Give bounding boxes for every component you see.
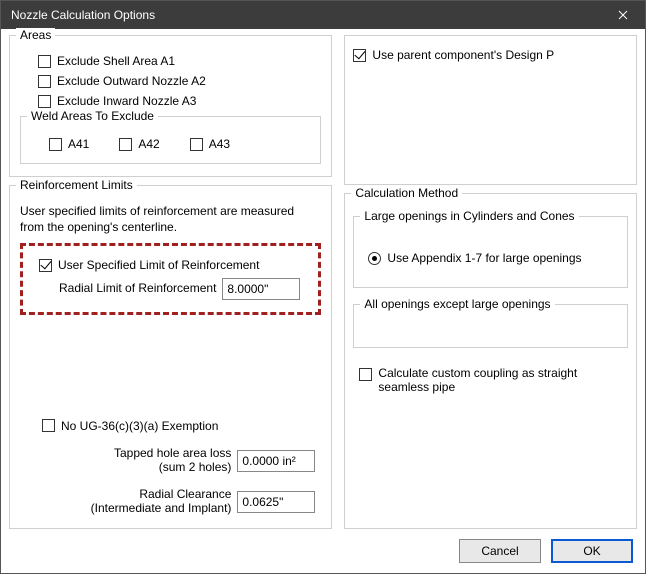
window-title: Nozzle Calculation Options [11, 8, 155, 22]
use-parent-label: Use parent component's Design P [372, 48, 554, 62]
a41-row[interactable]: A41 [49, 137, 89, 151]
a42-label: A42 [138, 137, 159, 151]
user-specified-checkbox[interactable] [39, 259, 52, 272]
reinforcement-legend: Reinforcement Limits [16, 178, 137, 192]
design-p-group: Use parent component's Design P [344, 35, 637, 185]
weld-areas-legend: Weld Areas To Exclude [27, 109, 158, 123]
reinforcement-group: Reinforcement Limits User specified limi… [9, 185, 332, 529]
tapped-label-1: Tapped hole area loss [114, 447, 231, 461]
a42-checkbox[interactable] [119, 138, 132, 151]
clearance-label-2: (Intermediate and Implant) [91, 502, 232, 516]
a43-checkbox[interactable] [190, 138, 203, 151]
weld-areas-group: Weld Areas To Exclude A41 A42 A43 [20, 116, 321, 164]
exclude-a3-row[interactable]: Exclude Inward Nozzle A3 [38, 92, 323, 110]
content-area: Areas Exclude Shell Area A1 Exclude Outw… [1, 29, 645, 529]
use-appendix-radio[interactable] [368, 252, 381, 265]
clearance-label: Radial Clearance (Intermediate and Impla… [91, 488, 232, 516]
spacer [18, 321, 323, 413]
exclude-a3-label: Exclude Inward Nozzle A3 [57, 94, 196, 108]
a43-row[interactable]: A43 [190, 137, 230, 151]
a43-label: A43 [209, 137, 230, 151]
custom-coupling-label: Calculate custom coupling as straight se… [378, 366, 577, 394]
close-icon [618, 10, 628, 20]
nested-groups: Large openings in Cylinders and Cones Us… [353, 208, 628, 356]
tapped-label: Tapped hole area loss (sum 2 holes) [114, 447, 231, 475]
button-row: Cancel OK [1, 529, 645, 573]
no-ug36-row[interactable]: No UG-36(c)(3)(a) Exemption [42, 417, 319, 435]
clearance-input[interactable] [237, 491, 315, 513]
reinforcement-hint: User specified limits of reinforcement a… [20, 204, 321, 235]
use-parent-row[interactable]: Use parent component's Design P [353, 46, 628, 64]
exclude-a1-label: Exclude Shell Area A1 [57, 54, 175, 68]
use-appendix-label: Use Appendix 1-7 for large openings [387, 251, 581, 265]
radial-limit-input[interactable] [222, 278, 300, 300]
clearance-label-1: Radial Clearance [91, 488, 232, 502]
custom-coupling-line1: Calculate custom coupling as straight [378, 366, 577, 380]
tapped-row: Tapped hole area loss (sum 2 holes) [22, 447, 315, 475]
user-specified-row[interactable]: User Specified Limit of Reinforcement [39, 256, 312, 274]
a42-row[interactable]: A42 [119, 137, 159, 151]
tapped-label-2: (sum 2 holes) [114, 461, 231, 475]
user-specified-label: User Specified Limit of Reinforcement [58, 258, 259, 272]
cancel-button[interactable]: Cancel [459, 539, 541, 563]
radial-limit-row: Radial Limit of Reinforcement [59, 278, 308, 300]
radial-limit-label: Radial Limit of Reinforcement [59, 282, 216, 296]
dialog-window: Nozzle Calculation Options Areas Exclude… [0, 0, 646, 574]
clearance-row: Radial Clearance (Intermediate and Impla… [22, 488, 315, 516]
a41-checkbox[interactable] [49, 138, 62, 151]
weld-row: A41 A42 A43 [49, 137, 312, 151]
tapped-input[interactable] [237, 450, 315, 472]
custom-coupling-row[interactable]: Calculate custom coupling as straight se… [359, 366, 628, 384]
left-column: Areas Exclude Shell Area A1 Exclude Outw… [9, 35, 332, 529]
custom-coupling-line2: seamless pipe [378, 380, 577, 394]
exclude-a2-checkbox[interactable] [38, 75, 51, 88]
titlebar: Nozzle Calculation Options [1, 1, 645, 29]
no-ug36-checkbox[interactable] [42, 419, 55, 432]
exclude-a3-checkbox[interactable] [38, 95, 51, 108]
areas-group: Areas Exclude Shell Area A1 Exclude Outw… [9, 35, 332, 177]
calc-method-legend: Calculation Method [351, 186, 462, 200]
areas-legend: Areas [16, 28, 55, 42]
exclude-a2-label: Exclude Outward Nozzle A2 [57, 74, 206, 88]
all-openings-legend: All openings except large openings [360, 297, 554, 311]
large-openings-legend: Large openings in Cylinders and Cones [360, 209, 578, 223]
ok-button[interactable]: OK [551, 539, 633, 563]
no-ug36-label: No UG-36(c)(3)(a) Exemption [61, 419, 218, 433]
lower-block: No UG-36(c)(3)(a) Exemption Tapped hole … [18, 413, 323, 518]
use-parent-checkbox[interactable] [353, 49, 366, 62]
all-openings-group: All openings except large openings [353, 304, 628, 348]
highlight-box: User Specified Limit of Reinforcement Ra… [20, 243, 321, 315]
use-appendix-row[interactable]: Use Appendix 1-7 for large openings [368, 249, 619, 267]
right-column: Use parent component's Design P Calculat… [344, 35, 637, 529]
exclude-a2-row[interactable]: Exclude Outward Nozzle A2 [38, 72, 323, 90]
large-openings-group: Large openings in Cylinders and Cones Us… [353, 216, 628, 288]
calc-method-group: Calculation Method Large openings in Cyl… [344, 193, 637, 529]
custom-coupling-checkbox[interactable] [359, 368, 372, 381]
a41-label: A41 [68, 137, 89, 151]
exclude-a1-row[interactable]: Exclude Shell Area A1 [38, 52, 323, 70]
close-button[interactable] [601, 1, 645, 29]
exclude-a1-checkbox[interactable] [38, 55, 51, 68]
